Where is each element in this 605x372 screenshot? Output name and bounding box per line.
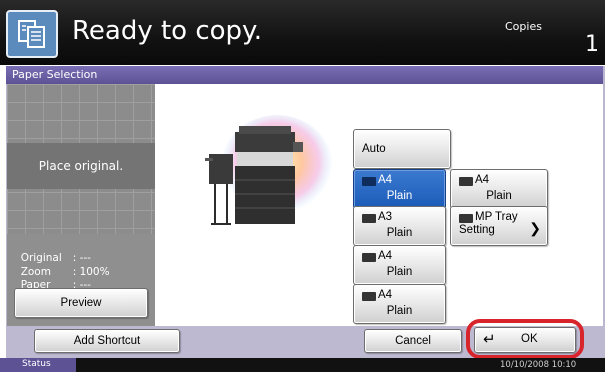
place-original-message: Place original. — [7, 143, 155, 189]
preview-button[interactable]: Preview — [14, 288, 148, 318]
cassette-3-type: Plain — [386, 266, 413, 278]
cassette-2-icon — [362, 214, 376, 223]
mp-tray-button[interactable]: MP Tray Setting ❯ — [450, 206, 548, 246]
cassette-3-button[interactable]: A4 Plain — [353, 245, 446, 285]
large-cassette-size: A4 — [475, 174, 490, 186]
mp-tray-label: MP Tray — [475, 211, 518, 223]
cassette-4-size: A4 — [378, 289, 393, 301]
cassette-2-button[interactable]: A3 Plain — [353, 206, 446, 246]
copies-label: Copies — [505, 20, 542, 33]
status-title: Ready to copy. — [72, 16, 262, 46]
cassette-4-button[interactable]: A4 Plain — [353, 284, 446, 324]
ok-highlight-outline — [466, 319, 584, 359]
cassette-3-icon — [362, 253, 376, 262]
cassette-1-size: A4 — [378, 174, 393, 186]
status-tab[interactable]: Status — [0, 358, 76, 372]
cassette-4-icon — [362, 292, 376, 301]
cassette-1-icon — [362, 177, 376, 186]
copier-illustration — [195, 112, 335, 232]
large-cassette-icon — [459, 177, 473, 186]
mp-tray-setting: Setting — [459, 224, 495, 236]
cancel-button[interactable]: Cancel — [364, 329, 462, 353]
copy-icon — [6, 10, 58, 58]
panel-title: Paper Selection — [6, 66, 603, 84]
copies-count: 1 — [585, 32, 599, 57]
mp-tray-icon — [459, 214, 473, 223]
cassette-1-button[interactable]: A4 Plain — [353, 169, 446, 209]
cassette-3-size: A4 — [378, 250, 393, 262]
large-cassette-button[interactable]: A4 Plain — [450, 169, 548, 209]
chevron-right-icon: ❯ — [529, 220, 541, 236]
cassette-4-type: Plain — [386, 305, 413, 317]
add-shortcut-button[interactable]: Add Shortcut — [34, 329, 180, 353]
paper-auto-button[interactable]: Auto — [353, 129, 451, 169]
cassette-2-size: A3 — [378, 211, 393, 223]
cassette-2-type: Plain — [386, 227, 413, 239]
status-datetime: 10/10/2008 10:10 — [500, 360, 577, 370]
large-cassette-type: Plain — [486, 190, 512, 202]
cassette-1-type: Plain — [386, 190, 413, 202]
